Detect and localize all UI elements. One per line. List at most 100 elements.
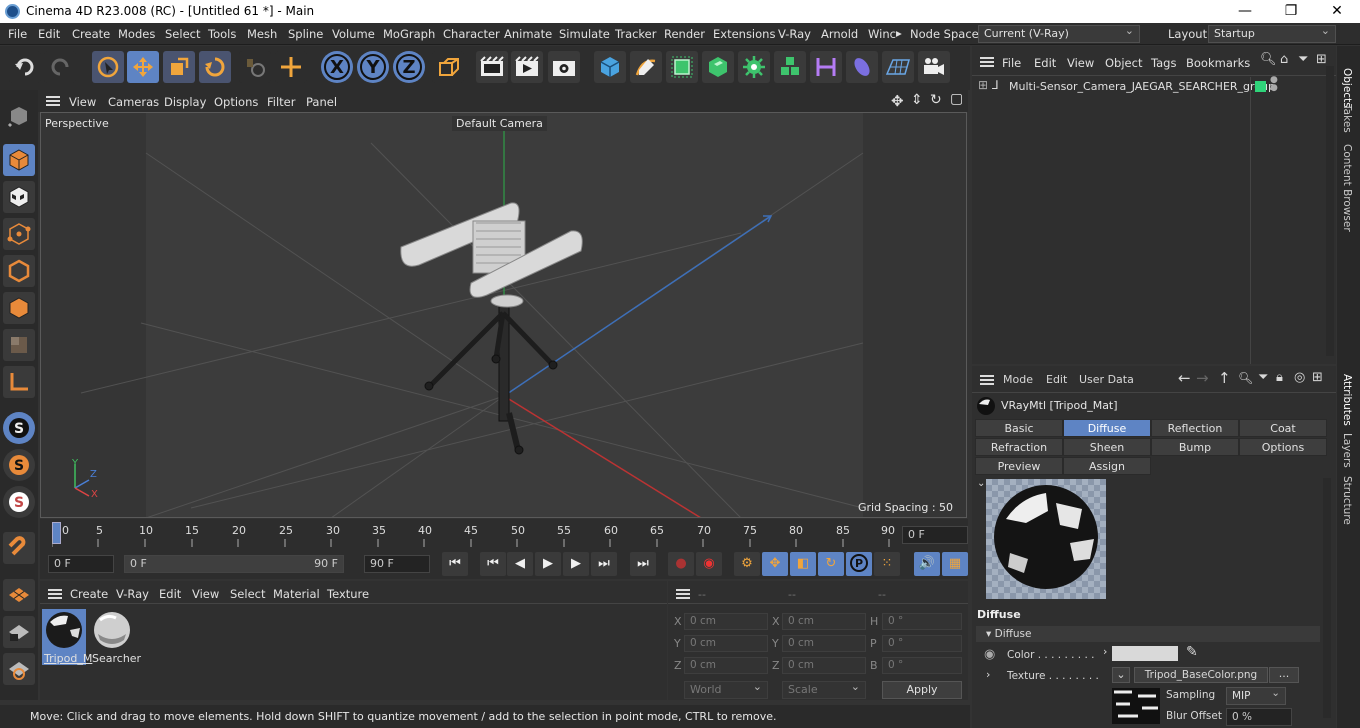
render-to-picture-viewer-icon[interactable] (511, 51, 543, 83)
viewport-menu-icon[interactable] (46, 96, 60, 106)
workplane-icon[interactable] (3, 579, 35, 611)
obj-search-icon[interactable]: 🔍︎ (1260, 52, 1277, 67)
prev-key-icon[interactable]: ⏮ (480, 552, 506, 576)
point-mode-icon[interactable] (3, 218, 35, 250)
viewport-scene[interactable] (41, 113, 967, 518)
locked-workplane-icon[interactable] (3, 616, 35, 648)
menu-spline[interactable]: Spline (288, 27, 323, 41)
rot-h-field[interactable]: 0 ° (882, 613, 962, 630)
side-tab-content-browser[interactable]: Content Browser (1341, 144, 1353, 232)
viewport-dolly-icon[interactable]: ⇕ (911, 92, 923, 108)
solo-hierarchy-icon[interactable]: S (3, 449, 35, 481)
attr-lock-icon[interactable]: 🔒︎ (1276, 370, 1283, 385)
texture-browse-button[interactable]: ... (1269, 667, 1299, 683)
mat-menu-select[interactable]: Select (230, 587, 265, 601)
viewport-pan-icon[interactable]: ✥ (891, 92, 904, 110)
viewport-orbit-icon[interactable]: ↻ (930, 92, 942, 108)
record-keys-icon[interactable]: ● (668, 552, 694, 576)
recent-tool-icon[interactable] (239, 51, 271, 83)
current-frame-field[interactable]: 0 F (902, 526, 968, 544)
axis-mode-icon[interactable] (3, 366, 35, 398)
menu-volume[interactable]: Volume (332, 27, 375, 41)
tab-sheen[interactable]: Sheen (1063, 438, 1151, 456)
menu-file[interactable]: File (8, 27, 27, 41)
mat-menu-view[interactable]: View (192, 587, 219, 601)
attr-menu-edit[interactable]: Edit (1046, 373, 1067, 386)
preview-collapse-icon[interactable]: ⌄ (977, 478, 985, 489)
vp-menu-filter[interactable]: Filter (267, 95, 295, 109)
film-strip-icon[interactable]: ▦ (942, 552, 968, 576)
key-pla-icon[interactable]: ⁙ (874, 552, 900, 576)
obj-filter-icon[interactable]: ⏷ (1298, 52, 1308, 67)
tab-options[interactable]: Options (1239, 438, 1327, 456)
y-axis-lock-button[interactable]: Y (357, 51, 389, 83)
material-menu-icon[interactable] (48, 589, 62, 599)
coordinate-system-icon[interactable] (432, 51, 464, 83)
attr-search-icon[interactable]: 🔍︎ (1238, 371, 1253, 385)
menu-vray[interactable]: V-Ray (778, 27, 811, 41)
solo-mode-icon[interactable]: S (3, 412, 35, 444)
tab-assign[interactable]: Assign (1063, 457, 1151, 475)
camera-object-icon[interactable] (918, 51, 950, 83)
pen-spline-icon[interactable] (630, 51, 662, 83)
attr-scrollbar[interactable] (1323, 478, 1331, 718)
attr-new-panel-icon[interactable]: ⊞ (1312, 370, 1323, 385)
obj-menu-file[interactable]: File (1002, 56, 1021, 70)
vp-menu-options[interactable]: Options (214, 95, 258, 109)
attr-menu-icon[interactable] (980, 375, 994, 385)
menu-extensions[interactable]: Extensions (713, 27, 775, 41)
material-thumb-searcher[interactable]: Searcher (90, 609, 141, 665)
field-icon[interactable] (846, 51, 878, 83)
attr-up-icon[interactable]: ↑ (1218, 369, 1231, 387)
rotate-tool-icon[interactable] (199, 51, 231, 83)
scale-tool-icon[interactable] (163, 51, 195, 83)
menu-animate[interactable]: Animate (504, 27, 552, 41)
pos-z-field[interactable]: 0 cm (684, 657, 768, 674)
key-position-icon[interactable]: ✥ (762, 552, 788, 576)
menu-modes[interactable]: Modes (118, 27, 155, 41)
menu-window[interactable]: Winc (868, 27, 896, 41)
vp-menu-cameras[interactable]: Cameras (108, 95, 159, 109)
sound-icon[interactable]: 🔊 (914, 552, 940, 576)
subdivision-surface-icon[interactable] (666, 51, 698, 83)
obj-home-icon[interactable]: ⌂ (1280, 52, 1288, 67)
material-thumb-tripod[interactable]: Tripod_M (42, 609, 92, 665)
move-tool-icon[interactable] (127, 51, 159, 83)
texture-file-button[interactable]: Tripod_BaseColor.png (1134, 667, 1268, 683)
next-frame-icon[interactable]: ▶ (563, 552, 589, 576)
color-keyframe-icon[interactable]: ◉ (984, 647, 995, 662)
tab-bump[interactable]: Bump (1151, 438, 1239, 456)
play-icon[interactable]: ▶ (535, 552, 561, 576)
menu-tools[interactable]: Tools (208, 27, 236, 41)
z-axis-lock-button[interactable]: Z (393, 51, 425, 83)
size-x-field[interactable]: 0 cm (782, 613, 866, 630)
make-editable-icon[interactable] (3, 100, 35, 132)
object-row[interactable]: ⊞ ⅃ Multi-Sensor_Camera_JAEGAR_SEARCHER_… (972, 76, 1334, 96)
eyedropper-icon[interactable]: ✎ (1186, 644, 1198, 660)
tab-diffuse[interactable]: Diffuse (1063, 419, 1151, 437)
texture-menu-icon[interactable]: ⌄ (1112, 667, 1130, 683)
start-frame-field[interactable]: 0 F (48, 555, 114, 573)
x-axis-lock-button[interactable]: X (321, 51, 353, 83)
tab-preview-settings[interactable]: Preview Settings (975, 457, 1063, 490)
side-tab-takes[interactable]: Takes (1341, 104, 1353, 133)
object-name[interactable]: Multi-Sensor_Camera_JAEGAR_SEARCHER_grou… (1009, 80, 1275, 93)
mat-menu-create[interactable]: Create (70, 587, 108, 601)
object-scrollbar[interactable] (1326, 66, 1334, 356)
mat-menu-texture[interactable]: Texture (327, 587, 369, 601)
extrude-icon[interactable] (702, 51, 734, 83)
side-tab-structure[interactable]: Structure (1341, 476, 1353, 525)
model-mode-icon[interactable] (3, 144, 35, 176)
side-tab-layers[interactable]: Layers (1341, 433, 1353, 468)
obj-menu-view[interactable]: View (1067, 56, 1094, 70)
vp-menu-display[interactable]: Display (164, 95, 206, 109)
floor-object-icon[interactable] (882, 51, 914, 83)
menu-create[interactable]: Create (72, 27, 110, 41)
menu-edit[interactable]: Edit (38, 27, 60, 41)
coords-menu-icon[interactable] (676, 589, 690, 599)
size-z-field[interactable]: 0 cm (782, 657, 866, 674)
menu-select[interactable]: Select (165, 27, 200, 41)
layout-select[interactable]: Startup (1208, 23, 1336, 43)
render-view-icon[interactable] (476, 51, 508, 83)
menu-render[interactable]: Render (664, 27, 705, 41)
